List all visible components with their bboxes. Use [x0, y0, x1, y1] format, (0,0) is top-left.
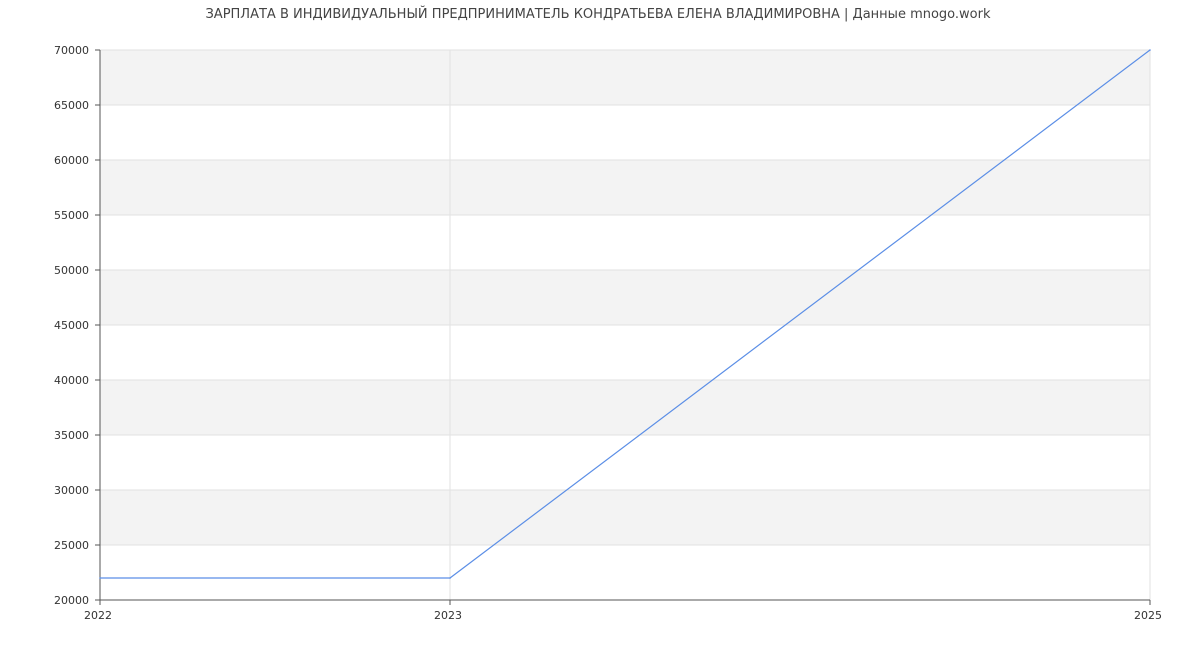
data-point-2023	[449, 577, 451, 579]
data-point-2022	[99, 577, 101, 579]
y-tick-label-50000: 50000	[54, 264, 89, 277]
y-tick-label-35000: 35000	[54, 429, 89, 442]
salary-line-chart: 20000 25000 30000 35000 40000 45000 50000 55000…	[54, 6, 1162, 622]
y-tick-label-45000: 45000	[54, 319, 89, 332]
data-point-2025	[1149, 49, 1151, 51]
x-tick-label-2022: 2022	[84, 609, 112, 622]
y-tick-label-60000: 60000	[54, 154, 89, 167]
y-tick-label-20000: 20000	[54, 594, 89, 607]
band-25000-30000	[100, 490, 1150, 545]
chart-title: ЗАРПЛАТА В ИНДИВИДУАЛЬНЫЙ ПРЕДПРИНИМАТЕЛ…	[205, 6, 991, 22]
band-45000-50000	[100, 270, 1150, 325]
y-tick-label-70000: 70000	[54, 44, 89, 57]
x-tick-label-2023: 2023	[434, 609, 462, 622]
y-tick-label-30000: 30000	[54, 484, 89, 497]
y-tick-label-40000: 40000	[54, 374, 89, 387]
y-tick-label-25000: 25000	[54, 539, 89, 552]
y-tick-label-65000: 65000	[54, 99, 89, 112]
chart-root: 20000 25000 30000 35000 40000 45000 50000 55000…	[0, 0, 1200, 650]
background-bands	[100, 50, 1150, 545]
x-tick-label-2025: 2025	[1134, 609, 1162, 622]
band-35000-40000	[100, 380, 1150, 435]
band-65000-70000	[100, 50, 1150, 105]
y-tick-label-55000: 55000	[54, 209, 89, 222]
